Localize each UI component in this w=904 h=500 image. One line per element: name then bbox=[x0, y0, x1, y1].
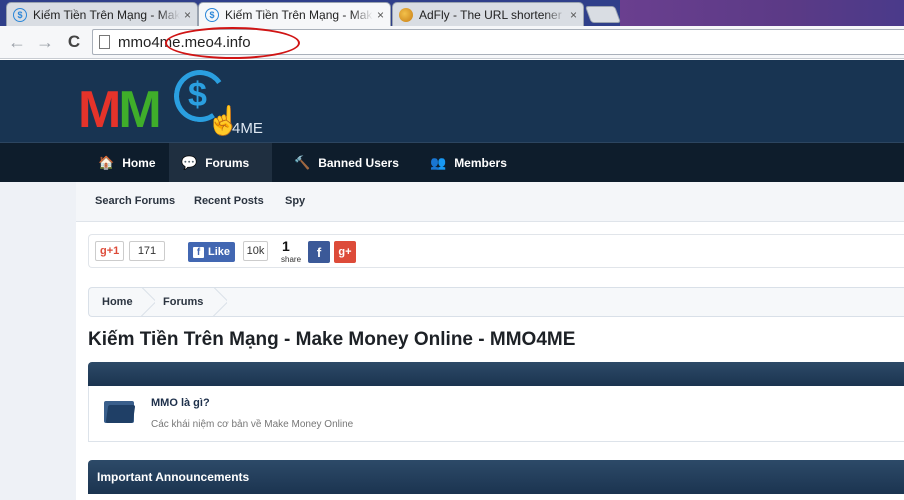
gplus-count: 171 bbox=[129, 241, 165, 261]
close-icon[interactable]: × bbox=[184, 8, 191, 22]
facebook-icon: f bbox=[193, 246, 204, 258]
gplus-share-icon[interactable]: g+ bbox=[334, 241, 356, 263]
browser-tab-3[interactable]: AdFly - The URL shortener × bbox=[392, 2, 584, 26]
nav-banned-users[interactable]: 🔨 Banned Users bbox=[282, 143, 411, 183]
forum-description: Các khái niệm cơ bản về Make Money Onlin… bbox=[151, 419, 354, 430]
category-title: Important Announcements bbox=[97, 470, 250, 484]
nav-label: Forums bbox=[205, 156, 250, 170]
gplus-one-button[interactable]: g+1 bbox=[95, 241, 125, 261]
forum-row[interactable]: MMO là gì? Các khái niệm cơ bản về Make … bbox=[88, 386, 904, 442]
social-share-bar: g+1 171 f Like 10k 1 share f g+ bbox=[88, 234, 904, 268]
sub-navigation: Search Forums Recent Posts Spy bbox=[76, 182, 904, 222]
new-tab-button[interactable] bbox=[584, 6, 622, 23]
category-header bbox=[88, 362, 904, 386]
subnav-recent-posts[interactable]: Recent Posts bbox=[194, 195, 264, 207]
folder-icon bbox=[104, 399, 136, 423]
tab-strip-background bbox=[620, 0, 904, 26]
tab-title: Kiếm Tiền Trên Mạng - Make Money Online … bbox=[225, 7, 373, 22]
category-header-announcements[interactable]: Important Announcements bbox=[88, 460, 904, 494]
like-label: Like bbox=[208, 246, 231, 258]
mmo-dollar-icon: $ bbox=[13, 7, 27, 22]
facebook-like-count: 10k bbox=[243, 241, 268, 261]
browser-tab-2[interactable]: $ Kiếm Tiền Trên Mạng - Make Money Onlin… bbox=[198, 2, 391, 26]
browser-tab-1[interactable]: $ Kiếm Tiền Trên Mạng - Make Money Onlin… bbox=[6, 2, 198, 26]
logo-letters: MM bbox=[78, 81, 162, 139]
web-page: MM $ ☝ 4ME 🏠 Home 💬 Forums 🔨 Banned User… bbox=[0, 60, 904, 500]
content-area: Search Forums Recent Posts Spy g+1 171 f… bbox=[76, 182, 904, 500]
logo-tagline: 4ME bbox=[232, 120, 263, 137]
nav-label: Home bbox=[122, 156, 156, 170]
back-arrow-icon[interactable]: ← bbox=[6, 31, 28, 53]
breadcrumb: Home Forums bbox=[88, 287, 904, 317]
forward-arrow-icon[interactable]: → bbox=[34, 31, 56, 53]
tab-title: Kiếm Tiền Trên Mạng - Make Money Online … bbox=[33, 7, 180, 22]
forum-title-link[interactable]: MMO là gì? bbox=[151, 397, 210, 409]
main-navigation: 🏠 Home 💬 Forums 🔨 Banned Users 👥 Members bbox=[0, 142, 904, 183]
speech-bubble-icon: 💬 bbox=[181, 155, 198, 170]
nav-forums[interactable]: 💬 Forums bbox=[169, 143, 272, 183]
members-icon: 👥 bbox=[430, 155, 447, 170]
facebook-share-icon[interactable]: f bbox=[308, 241, 330, 263]
page-title: Kiếm Tiền Trên Mạng - Make Money Online … bbox=[88, 329, 576, 350]
tab-title: AdFly - The URL shortener bbox=[419, 7, 562, 22]
breadcrumb-forums[interactable]: Forums bbox=[163, 288, 203, 316]
address-bar[interactable]: mmo4me.meo4.info bbox=[92, 29, 904, 55]
nav-label: Banned Users bbox=[318, 156, 399, 170]
site-logo[interactable]: MM $ ☝ 4ME bbox=[78, 65, 278, 142]
home-icon: 🏠 bbox=[98, 155, 115, 170]
nav-members[interactable]: 👥 Members bbox=[418, 143, 519, 183]
adfly-icon bbox=[399, 7, 413, 22]
browser-tab-strip: $ Kiếm Tiền Trên Mạng - Make Money Onlin… bbox=[0, 0, 904, 26]
facebook-like-button[interactable]: f Like bbox=[188, 242, 236, 262]
breadcrumb-separator bbox=[141, 288, 155, 316]
reload-icon[interactable]: C bbox=[63, 31, 85, 53]
site-header: MM $ ☝ 4ME bbox=[0, 60, 904, 142]
close-icon[interactable]: × bbox=[570, 8, 577, 22]
share-count: 1 bbox=[282, 238, 290, 254]
subnav-spy[interactable]: Spy bbox=[285, 195, 305, 207]
page-icon bbox=[99, 35, 110, 49]
mmo-dollar-icon: $ bbox=[205, 7, 219, 22]
breadcrumb-separator bbox=[213, 288, 227, 316]
hammer-icon: 🔨 bbox=[294, 155, 311, 170]
nav-label: Members bbox=[454, 156, 507, 170]
subnav-search-forums[interactable]: Search Forums bbox=[95, 195, 175, 207]
share-label: share bbox=[281, 255, 302, 264]
dollar-icon: $ bbox=[188, 76, 207, 114]
browser-toolbar: ← → C mmo4me.meo4.info bbox=[0, 26, 904, 59]
close-icon[interactable]: × bbox=[377, 8, 384, 22]
nav-home[interactable]: 🏠 Home bbox=[86, 143, 168, 183]
breadcrumb-home[interactable]: Home bbox=[102, 288, 133, 316]
url-text: mmo4me.meo4.info bbox=[118, 33, 251, 51]
